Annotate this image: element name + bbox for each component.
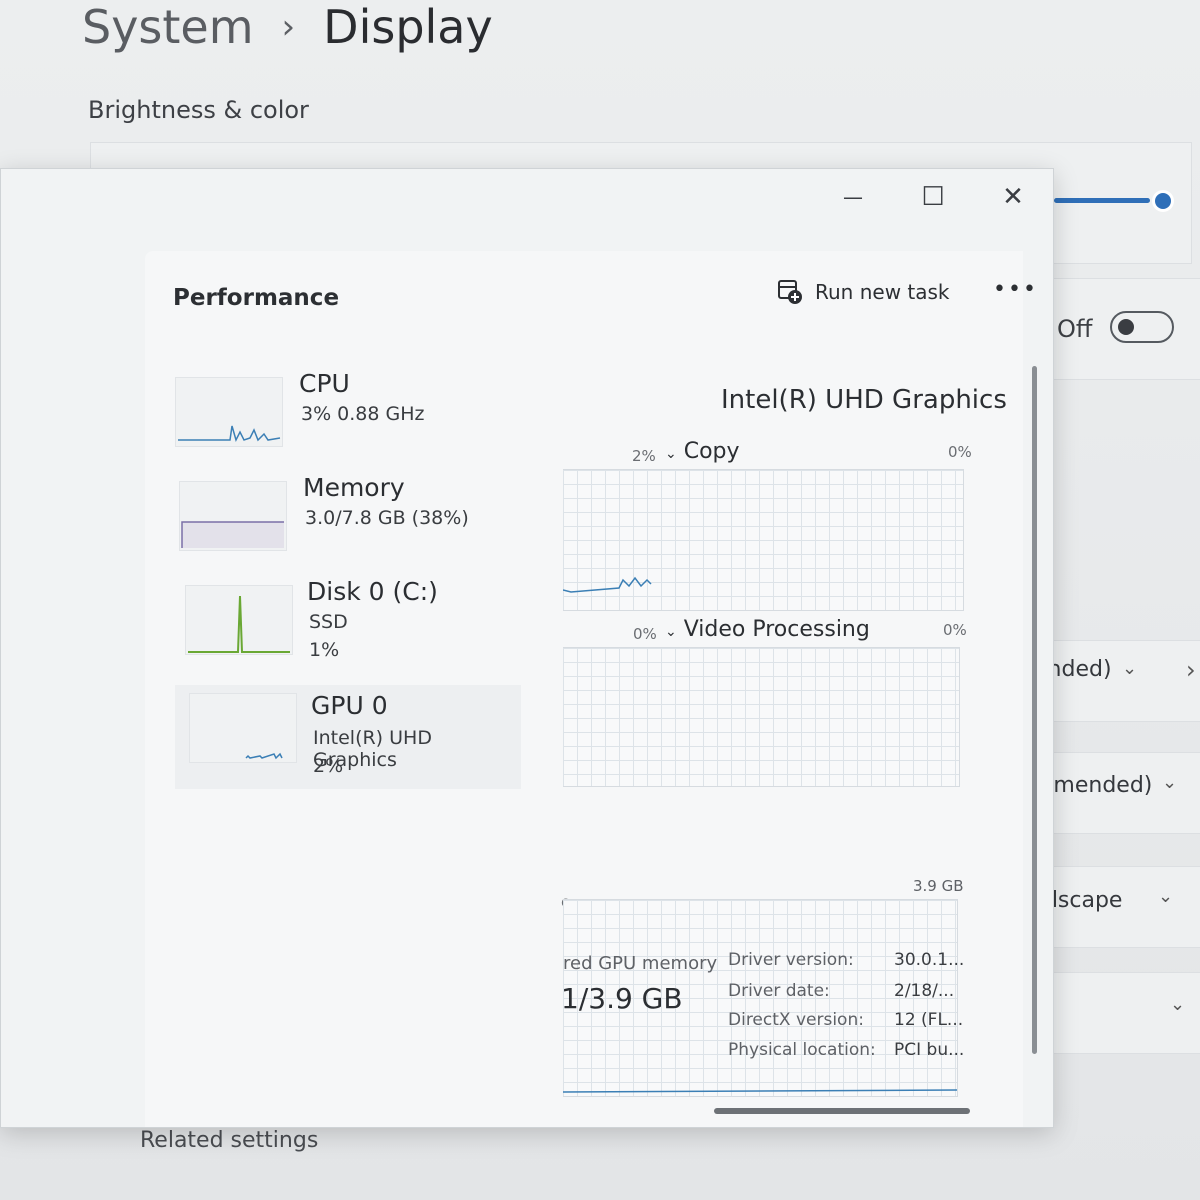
cpu-detail: 3% 0.88 GHz [301, 403, 425, 425]
vertical-scrollbar[interactable] [1032, 366, 1037, 1054]
shared-memory-value: 1/3.9 GB [561, 982, 683, 1015]
gpu-label: GPU 0 [311, 691, 388, 720]
breadcrumb-system[interactable]: System [82, 0, 254, 54]
video-engine-graph [563, 647, 960, 787]
chevron-right-icon[interactable]: › [1186, 656, 1196, 684]
copy-engine-label: Copy [683, 439, 740, 464]
physical-location-value: PCI bu... [894, 1040, 965, 1060]
gpu-usage: 2% [313, 755, 344, 777]
driver-version-value: 30.0.1... [894, 950, 965, 970]
breadcrumb: System › Display [82, 0, 493, 54]
maximize-icon: ☐ [921, 182, 945, 212]
maximize-button[interactable]: ☐ [903, 177, 963, 217]
close-button[interactable]: ✕ [983, 177, 1043, 217]
gpu-device-name: Intel(R) UHD Graphics [721, 385, 1007, 415]
directx-version-value: 12 (FL... [894, 1010, 964, 1030]
minimize-icon: — [843, 185, 863, 209]
sidebar-item-memory[interactable]: Memory 3.0/7.8 GB (38%) [175, 473, 521, 569]
chevron-down-icon: ⌄ [1122, 658, 1138, 679]
sidebar-item-cpu[interactable]: CPU 3% 0.88 GHz [175, 369, 521, 465]
horizontal-scrollbar[interactable] [714, 1108, 970, 1114]
driver-version-label: Driver version: [728, 950, 854, 970]
chevron-down-icon: ⌄ [665, 446, 677, 462]
more-options-button[interactable]: ••• [993, 277, 1038, 302]
run-task-icon [777, 279, 803, 305]
chevron-down-icon[interactable]: ⌄ [1170, 994, 1185, 1015]
driver-date-value: 2/18/... [894, 981, 955, 1001]
breadcrumb-separator: › [281, 7, 296, 47]
section-title: Brightness & color [88, 96, 309, 124]
copy-right-percent: 0% [948, 443, 972, 461]
video-right-percent: 0% [943, 621, 967, 639]
disk-mini-graph [185, 585, 293, 655]
copy-engine-graph [563, 469, 964, 611]
memory-label: Memory [303, 473, 405, 502]
gpu-mini-graph [189, 693, 297, 763]
disk-usage: 1% [309, 639, 340, 661]
cpu-label: CPU [299, 369, 350, 398]
chevron-down-icon: ⌄ [665, 624, 677, 640]
copy-engine-selector[interactable]: ⌄ Copy [665, 439, 740, 464]
performance-title: Performance [173, 285, 340, 311]
memory-detail: 3.0/7.8 GB (38%) [305, 507, 469, 529]
copy-left-percent: 2% [632, 447, 656, 465]
video-engine-selector[interactable]: ⌄ Video Processing [665, 617, 870, 642]
sidebar-item-disk[interactable]: Disk 0 (C:) SSD 1% [175, 577, 521, 673]
shared-memory-label: red GPU memory [563, 953, 718, 974]
cpu-mini-graph [175, 377, 283, 447]
hdr-toggle[interactable] [1110, 311, 1174, 343]
close-icon: ✕ [1002, 182, 1024, 212]
physical-location-label: Physical location: [728, 1040, 876, 1060]
chevron-down-icon: ⌄ [1162, 772, 1178, 793]
directx-version-label: DirectX version: [728, 1010, 864, 1030]
disk-type: SSD [309, 611, 348, 633]
memory-mini-graph [179, 481, 287, 551]
video-engine-label: Video Processing [683, 617, 870, 642]
run-new-task-button[interactable]: Run new task [777, 279, 950, 305]
driver-date-label: Driver date: [728, 981, 830, 1001]
page-title: Display [323, 0, 493, 54]
gpu-model: Intel(R) UHD Graphics [313, 727, 432, 771]
related-settings-heading: Related settings [140, 1128, 319, 1153]
chevron-down-icon: ⌄ [1158, 886, 1174, 907]
minimize-button[interactable]: — [823, 177, 883, 217]
sidebar-item-gpu[interactable]: GPU 0 Intel(R) UHD Graphics 2% [175, 685, 521, 789]
brightness-slider-track[interactable] [1054, 198, 1150, 203]
shared-memory-max: 3.9 GB [913, 877, 964, 895]
toggle-state-label: Off [1057, 315, 1093, 343]
video-left-percent: 0% [633, 625, 657, 643]
brightness-slider-thumb[interactable] [1155, 193, 1171, 209]
disk-label: Disk 0 (C:) [307, 577, 438, 606]
run-new-task-label: Run new task [815, 280, 950, 304]
